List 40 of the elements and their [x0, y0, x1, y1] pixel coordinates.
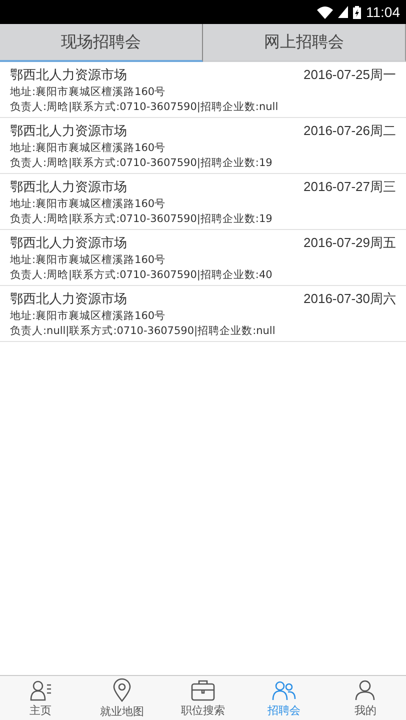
fair-name: 鄂西北人力资源市场 — [10, 179, 127, 196]
fair-name: 鄂西北人力资源市场 — [10, 123, 127, 140]
fair-date: 2016-07-29周五 — [304, 234, 396, 252]
fair-date: 2016-07-30周六 — [304, 290, 396, 308]
fair-item[interactable]: 鄂西北人力资源市场 2016-07-26周二 地址:襄阳市襄城区檀溪路160号 负责人:周晗|联系方式:0710-3607590|招聘企业数:19 — [0, 118, 406, 174]
battery-icon — [353, 6, 361, 18]
fair-address: 地址:襄阳市襄城区檀溪路160号 — [10, 309, 167, 323]
fair-item[interactable]: 鄂西北人力资源市场 2016-07-29周五 地址:襄阳市襄城区檀溪路160号 负责人:周晗|联系方式:0710-3607590|招聘企业数:40 — [0, 230, 406, 286]
fair-date: 2016-07-26周二 — [304, 122, 396, 140]
fair-date: 2016-07-27周三 — [304, 178, 396, 196]
fair-address: 地址:襄阳市襄城区檀溪路160号 — [10, 253, 167, 267]
fair-contact: 负责人:周晗|联系方式:0710-3607590|招聘企业数:19 — [10, 212, 274, 226]
fair-name: 鄂西北人力资源市场 — [10, 67, 127, 84]
fair-address: 地址:襄阳市襄城区檀溪路160号 — [10, 197, 167, 211]
fair-contact: 负责人:周晗|联系方式:0710-3607590|招聘企业数:null — [10, 100, 280, 114]
fair-contact: 负责人:null|联系方式:0710-3607590|招聘企业数:null — [10, 324, 276, 338]
nav-tab[interactable]: 主页 — [0, 676, 82, 720]
fair-address: 地址:襄阳市襄城区檀溪路160号 — [10, 85, 167, 99]
tab[interactable]: 现场招聘会 — [0, 24, 203, 62]
fair-item[interactable]: 鄂西北人力资源市场 2016-07-27周三 地址:襄阳市襄城区檀溪路160号 负责人:周晗|联系方式:0710-3607590|招聘企业数:19 — [0, 174, 406, 230]
fair-name: 鄂西北人力资源市场 — [10, 235, 127, 252]
user-icon — [354, 678, 376, 700]
tab[interactable]: 网上招聘会 — [203, 24, 406, 62]
person-icon — [30, 678, 52, 700]
nav-tab[interactable]: 就业地图 — [81, 676, 162, 720]
fair-item[interactable]: 鄂西北人力资源市场 2016-07-30周六 地址:襄阳市襄城区檀溪路160号 负责人:null|联系方式:0710-3607590|招聘企业数:null — [0, 286, 406, 342]
people-icon — [272, 678, 296, 700]
briefcase-icon — [191, 678, 215, 700]
fair-contact: 负责人:周晗|联系方式:0710-3607590|招聘企业数:19 — [10, 156, 274, 170]
map-pin-icon — [112, 678, 131, 702]
fair-address: 地址:襄阳市襄城区檀溪路160号 — [10, 141, 167, 155]
fair-name: 鄂西北人力资源市场 — [10, 291, 127, 308]
signal-icon — [338, 6, 348, 18]
nav-tab[interactable]: 我的 — [324, 676, 406, 720]
fair-date: 2016-07-25周一 — [304, 66, 396, 84]
nav-tab[interactable]: 职位搜索 — [162, 676, 244, 720]
wifi-icon — [317, 6, 333, 18]
status-time: 11:04 — [366, 4, 400, 20]
fair-item[interactable]: 鄂西北人力资源市场 2016-07-25周一 地址:襄阳市襄城区檀溪路160号 负责人:周晗|联系方式:0710-3607590|招聘企业数:null — [0, 62, 406, 118]
fair-contact: 负责人:周晗|联系方式:0710-3607590|招聘企业数:40 — [10, 268, 274, 282]
